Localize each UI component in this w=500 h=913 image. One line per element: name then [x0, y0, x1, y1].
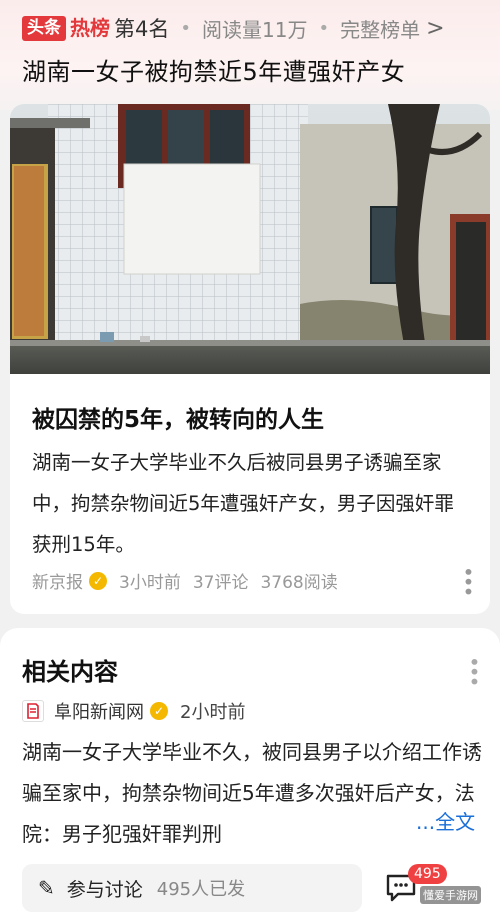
- more-vertical-icon[interactable]: •••: [462, 656, 486, 685]
- site-watermark: 懂爱手游网: [420, 886, 481, 904]
- related-source-name[interactable]: 阜阳新闻网: [54, 698, 144, 724]
- related-post-time: 2小时前: [180, 702, 246, 723]
- read-full-link[interactable]: ...全文: [410, 806, 476, 835]
- comment-count: 37评论: [192, 573, 249, 593]
- verified-badge-icon: ✓: [89, 571, 107, 590]
- chevron-right-icon[interactable]: >: [426, 16, 444, 41]
- card-meta-row: 新京报 ✓ 3小时前 37评论 3768阅读: [32, 568, 350, 593]
- pencil-icon: ✎: [38, 876, 55, 900]
- related-source-row: 阜阳新闻网 ✓ 2小时前: [22, 698, 245, 724]
- card-title[interactable]: 被囚禁的5年，被转向的人生: [32, 400, 324, 434]
- read-count: 阅读量11万: [202, 17, 308, 42]
- more-vertical-icon[interactable]: •••: [456, 566, 480, 595]
- card-summary[interactable]: 湖南一女子大学毕业不久后被同县男子诱骗至家中，拘禁杂物间近5年遭强奸产女，男子因…: [32, 442, 472, 565]
- hot-rank-bar[interactable]: 头条 热榜 第4名 • 阅读量11万 • 完整榜单 >: [22, 12, 445, 44]
- hot-list-header: 头条 热榜 第4名 • 阅读量11万 • 完整榜单 > 湖南一女子被拘禁近5年遭…: [0, 0, 500, 110]
- discussion-label: 参与讨论: [66, 878, 143, 901]
- join-discussion-input[interactable]: ✎ 参与讨论 495人已发: [22, 864, 362, 912]
- source-name[interactable]: 新京报: [32, 568, 83, 593]
- post-time: 3小时前: [119, 573, 181, 593]
- comment-count-badge: 495: [408, 864, 447, 884]
- hot-list-label: 热榜: [70, 16, 110, 40]
- read-count: 3768阅读: [260, 573, 338, 593]
- related-title: 相关内容: [22, 658, 118, 686]
- hot-topic-headline[interactable]: 湖南一女子被拘禁近5年遭强奸产女: [22, 52, 405, 87]
- verified-badge-icon: ✓: [150, 702, 168, 720]
- full-list-link[interactable]: 完整榜单: [340, 14, 420, 43]
- separator-dot: •: [180, 17, 191, 39]
- discussion-count: 495人已发: [156, 879, 246, 900]
- news-photo[interactable]: [10, 104, 490, 374]
- toutiao-logo: 头条: [22, 15, 66, 41]
- rank-label: 第4名: [114, 17, 170, 41]
- separator-dot: •: [318, 17, 330, 39]
- related-summary[interactable]: 湖南一女子大学毕业不久，被同县男子以介绍工作诱骗至家中，拘禁杂物间近5年遭多次强…: [22, 732, 482, 855]
- topic-card[interactable]: 被囚禁的5年，被转向的人生 湖南一女子大学毕业不久后被同县男子诱骗至家中，拘禁杂…: [10, 104, 490, 614]
- source-logo-icon: [22, 700, 44, 722]
